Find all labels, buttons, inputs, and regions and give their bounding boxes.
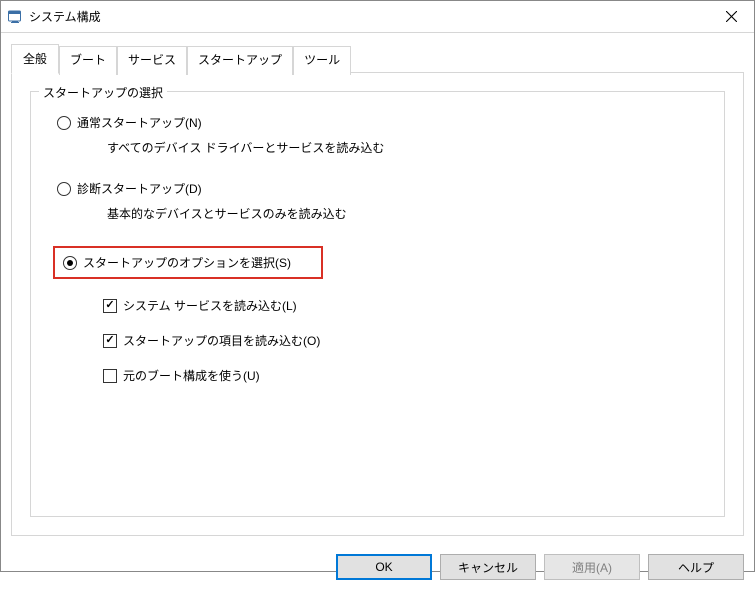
radio-selective-startup[interactable]: スタートアップのオプションを選択(S) bbox=[59, 254, 317, 271]
tab-boot[interactable]: ブート bbox=[59, 46, 117, 75]
tab-row: 全般 ブート サービス スタートアップ ツール bbox=[11, 45, 744, 74]
checkbox-load-system-services[interactable]: システム サービスを読み込む(L) bbox=[103, 297, 708, 314]
radio-icon bbox=[57, 116, 71, 130]
selective-startup-highlight: スタートアップのオプションを選択(S) bbox=[53, 246, 323, 279]
fieldset-legend: スタートアップの選択 bbox=[39, 84, 167, 101]
tab-general[interactable]: 全般 bbox=[11, 44, 59, 74]
titlebar-left: システム構成 bbox=[7, 8, 101, 25]
checkbox-icon bbox=[103, 299, 117, 313]
titlebar: システム構成 bbox=[1, 1, 754, 33]
radio-diagnostic-label: 診断スタートアップ(D) bbox=[77, 180, 202, 197]
help-button[interactable]: ヘルプ bbox=[648, 554, 744, 580]
close-button[interactable] bbox=[708, 1, 754, 33]
tab-panel-general: スタートアップの選択 通常スタートアップ(N) すべてのデバイス ドライバーとサ… bbox=[11, 72, 744, 536]
tab-startup[interactable]: スタートアップ bbox=[187, 46, 293, 75]
radio-normal-desc: すべてのデバイス ドライバーとサービスを読み込む bbox=[107, 139, 708, 156]
checkbox-label: システム サービスを読み込む(L) bbox=[123, 297, 297, 314]
checkbox-icon bbox=[103, 369, 117, 383]
radio-normal-startup[interactable]: 通常スタートアップ(N) bbox=[47, 114, 708, 131]
startup-selection-fieldset: スタートアップの選択 通常スタートアップ(N) すべてのデバイス ドライバーとサ… bbox=[30, 91, 725, 517]
dialog-button-row: OK キャンセル 適用(A) ヘルプ bbox=[1, 544, 754, 592]
checkbox-label: スタートアップの項目を読み込む(O) bbox=[123, 332, 320, 349]
tab-services[interactable]: サービス bbox=[117, 46, 187, 75]
selective-startup-options: システム サービスを読み込む(L) スタートアップの項目を読み込む(O) 元のブ… bbox=[47, 297, 708, 384]
dialog-body: 全般 ブート サービス スタートアップ ツール スタートアップの選択 通常スター… bbox=[1, 33, 754, 544]
radio-selective-label: スタートアップのオプションを選択(S) bbox=[83, 254, 291, 271]
window-title: システム構成 bbox=[29, 8, 101, 25]
app-icon bbox=[7, 9, 23, 25]
checkbox-icon bbox=[103, 334, 117, 348]
checkbox-use-original-boot[interactable]: 元のブート構成を使う(U) bbox=[103, 367, 708, 384]
radio-diagnostic-startup[interactable]: 診断スタートアップ(D) bbox=[47, 180, 708, 197]
checkbox-load-startup-items[interactable]: スタートアップの項目を読み込む(O) bbox=[103, 332, 708, 349]
tab-tools[interactable]: ツール bbox=[293, 46, 351, 75]
checkbox-label: 元のブート構成を使う(U) bbox=[123, 367, 260, 384]
radio-normal-label: 通常スタートアップ(N) bbox=[77, 114, 202, 131]
radio-icon bbox=[57, 182, 71, 196]
apply-button: 適用(A) bbox=[544, 554, 640, 580]
radio-icon bbox=[63, 256, 77, 270]
radio-diagnostic-desc: 基本的なデバイスとサービスのみを読み込む bbox=[107, 205, 708, 222]
cancel-button[interactable]: キャンセル bbox=[440, 554, 536, 580]
ok-button[interactable]: OK bbox=[336, 554, 432, 580]
